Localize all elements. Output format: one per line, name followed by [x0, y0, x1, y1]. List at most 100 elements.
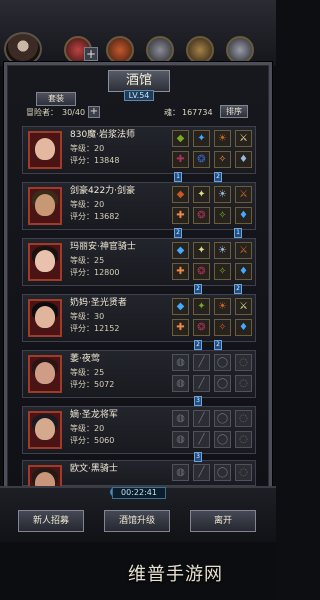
- equipment-slot[interactable]: ⚔: [235, 298, 252, 315]
- refresh-timer: 00:22:41: [112, 487, 166, 499]
- equipment-slot[interactable]: ✚: [172, 207, 189, 224]
- equipment-slot[interactable]: ◌: [235, 375, 252, 392]
- menu-icon-2[interactable]: [106, 36, 134, 64]
- equipment-slot[interactable]: ◍: [172, 431, 189, 448]
- equipment-slot[interactable]: ⚔: [235, 186, 252, 203]
- leave-button[interactable]: 离开: [190, 510, 256, 532]
- menu-icon-5[interactable]: [226, 36, 254, 64]
- hero-row[interactable]: 嫡·圣龙将军 等级：20 评分：5060 ◍ ╱ ◯ ◌ ◍ ╱ ◯ ◌: [22, 406, 256, 454]
- equipment-slot[interactable]: ✧: [214, 263, 231, 280]
- menu-icon-4[interactable]: [186, 36, 214, 64]
- equipment-slot[interactable]: ☀: [214, 298, 231, 315]
- equipment-icon: ✧: [218, 154, 227, 165]
- equipment-slot[interactable]: ◌: [235, 354, 252, 371]
- tab-suit[interactable]: 套装: [36, 92, 76, 106]
- equipment-slot[interactable]: ◆: [172, 130, 189, 147]
- equipment-slot[interactable]: ◆: [172, 298, 189, 315]
- hero-row[interactable]: 830魔·岩浆法师 等级：20 评分：13848 ◆ ✦ ☀ ⚔ ✚ ❂ ✧ ♦: [22, 126, 256, 174]
- hero-name: 奶妈·圣光贤者: [70, 298, 127, 308]
- empty-slot-icon: ╱: [198, 357, 205, 368]
- empty-slot-icon: ◍: [176, 378, 185, 389]
- sort-button[interactable]: 排序: [220, 105, 248, 118]
- equipment-slot[interactable]: ✧: [214, 319, 231, 336]
- equipment-slot[interactable]: ✧: [214, 151, 231, 168]
- equipment-slot[interactable]: ❂: [193, 151, 210, 168]
- empty-slot-icon: ◌: [239, 413, 248, 424]
- hero-level: 等级：25: [70, 368, 105, 377]
- hero-name: 嫡·圣龙将军: [70, 410, 118, 420]
- equipment-slot[interactable]: ◍: [172, 410, 189, 427]
- equipment-slot[interactable]: ✦: [193, 298, 210, 315]
- player-avatar[interactable]: [4, 32, 42, 66]
- equipment-slot[interactable]: ◍: [172, 464, 189, 481]
- equipment-slot[interactable]: ╱: [193, 431, 210, 448]
- equipment-slot[interactable]: ♦: [235, 319, 252, 336]
- equipment-slot[interactable]: ◯: [214, 410, 231, 427]
- watermark-logo: 维普手游网: [128, 564, 223, 585]
- gem-badge: 1: [174, 172, 182, 182]
- upgrade-tavern-button[interactable]: 酒馆升级: [104, 510, 170, 532]
- hero-row[interactable]: 玛丽安·神官骑士 等级：25 评分：12800 ◆ ✦ ☀ ⚔ ✚ ❂ ✧ ♦: [22, 238, 256, 286]
- equipment-slot[interactable]: ✚: [172, 263, 189, 280]
- menu-icon-3[interactable]: [146, 36, 174, 64]
- equipment-slot[interactable]: ✚: [172, 319, 189, 336]
- equipment-slot[interactable]: ♦: [235, 151, 252, 168]
- hero-portrait[interactable]: [28, 411, 62, 449]
- equipment-slot[interactable]: ☀: [214, 130, 231, 147]
- equipment-icon: ♦: [239, 322, 248, 333]
- hero-portrait[interactable]: [28, 299, 62, 337]
- equipment-slot[interactable]: ◯: [214, 354, 231, 371]
- gem-badge: 2: [234, 284, 242, 294]
- equipment-slot[interactable]: ╱: [193, 375, 210, 392]
- equipment-slot[interactable]: ◯: [214, 431, 231, 448]
- equipment-slot[interactable]: ◌: [235, 464, 252, 481]
- hero-portrait[interactable]: [28, 131, 62, 169]
- equipment-slot[interactable]: ◯: [214, 464, 231, 481]
- equipment-slot[interactable]: ✦: [193, 186, 210, 203]
- equipment-slot[interactable]: ✧: [214, 207, 231, 224]
- equipment-icon: ☀: [218, 133, 227, 144]
- add-adventurer-button[interactable]: +: [88, 106, 100, 118]
- add-button-top[interactable]: +: [84, 47, 98, 61]
- equipment-slot[interactable]: ╱: [193, 464, 210, 481]
- equipment-slot[interactable]: ❂: [193, 319, 210, 336]
- equipment-slot[interactable]: ◌: [235, 410, 252, 427]
- hero-row[interactable]: 欧文·黑骑士 ◍ ╱ ◯ ◌: [22, 460, 256, 503]
- equipment-slot[interactable]: ☀: [214, 186, 231, 203]
- hero-row[interactable]: 剑豪422力·剑豪 等级：20 评分：13682 ◆ ✦ ☀ ⚔ ✚ ❂ ✧ ♦: [22, 182, 256, 230]
- hero-portrait[interactable]: [28, 355, 62, 393]
- equipment-slot[interactable]: ╱: [193, 354, 210, 371]
- equipment-slot[interactable]: ✦: [193, 130, 210, 147]
- equipment-slot[interactable]: ◍: [172, 354, 189, 371]
- equipment-slot[interactable]: ◌: [235, 431, 252, 448]
- equipment-slot[interactable]: ❂: [193, 263, 210, 280]
- equipment-slot[interactable]: ╱: [193, 410, 210, 427]
- hero-score: 评分：13682: [70, 212, 120, 221]
- hero-portrait[interactable]: [28, 187, 62, 225]
- hero-portrait[interactable]: [28, 243, 62, 281]
- equipment-slot[interactable]: ❂: [193, 207, 210, 224]
- hero-level: 等级：30: [70, 312, 105, 321]
- hero-row[interactable]: 萎·夜莺 等级：25 评分：5072 ◍ ╱ ◯ ◌ ◍ ╱ ◯ ◌: [22, 350, 256, 398]
- equipment-slot[interactable]: ◍: [172, 375, 189, 392]
- hero-row[interactable]: 奶妈·圣光贤者 等级：30 评分：12152 ◆ ✦ ☀ ⚔ ✚ ❂ ✧ ♦: [22, 294, 256, 342]
- empty-slot-icon: ◍: [176, 357, 185, 368]
- equipment-icon: ✚: [176, 322, 185, 333]
- equipment-slot[interactable]: ◆: [172, 242, 189, 259]
- equipment-slot[interactable]: ⚔: [235, 130, 252, 147]
- equipment-slot[interactable]: ✦: [193, 242, 210, 259]
- equipment-slot[interactable]: ⚔: [235, 242, 252, 259]
- equipment-slot[interactable]: ◯: [214, 375, 231, 392]
- equipment-slot[interactable]: ◆: [172, 186, 189, 203]
- equipment-slot[interactable]: ☀: [214, 242, 231, 259]
- equipment-slot[interactable]: ♦: [235, 207, 252, 224]
- empty-slot-icon: ◯: [216, 467, 229, 478]
- hero-score: 评分：5072: [70, 380, 115, 389]
- empty-slot-icon: ◌: [239, 467, 248, 478]
- equipment-slot[interactable]: ✚: [172, 151, 189, 168]
- empty-slot-icon: ╱: [198, 467, 205, 478]
- equipment-icon: ◆: [176, 189, 185, 200]
- recruit-button[interactable]: 新人招募: [18, 510, 84, 532]
- equipment-slot[interactable]: ♦: [235, 263, 252, 280]
- gem-badge: 2: [194, 284, 202, 294]
